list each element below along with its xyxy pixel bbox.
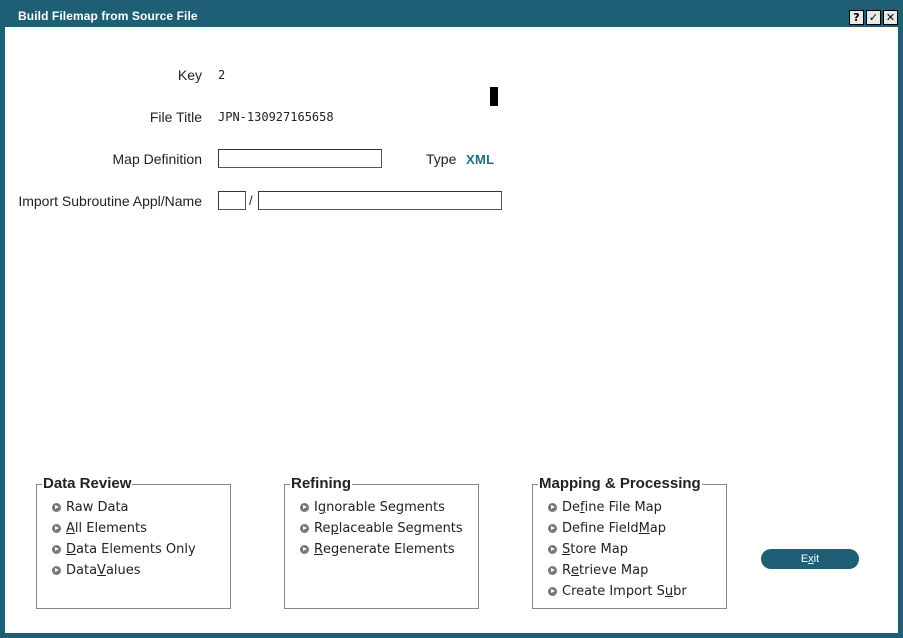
arrow-bullet-icon xyxy=(548,566,557,575)
arrow-bullet-icon xyxy=(52,503,61,512)
arrow-bullet-icon xyxy=(300,545,309,554)
arrow-bullet-icon xyxy=(52,566,61,575)
arrow-bullet-icon xyxy=(300,503,309,512)
ok-check-icon[interactable]: ✓ xyxy=(866,10,881,25)
close-icon[interactable]: ✕ xyxy=(883,10,898,25)
exit-button[interactable]: Exit xyxy=(761,549,859,569)
import-appl-input[interactable] xyxy=(218,191,246,210)
arrow-bullet-icon xyxy=(548,503,557,512)
define-field-map-option[interactable]: Define Field Map xyxy=(548,521,666,536)
arrow-bullet-icon xyxy=(548,587,557,596)
arrow-bullet-icon xyxy=(52,545,61,554)
file-title-value: JPN-130927165658 xyxy=(218,110,334,124)
create-import-subr-option[interactable]: Create Import Su br xyxy=(548,584,687,599)
type-value: XML xyxy=(466,152,495,167)
data-elements-only-option[interactable]: Data Elements Only xyxy=(52,542,196,557)
raw-data-option[interactable]: Raw Data xyxy=(52,500,129,515)
mapping-processing-group: Mapping & Processing De f ine File Map Def… xyxy=(532,475,727,609)
arrow-bullet-icon xyxy=(548,524,557,533)
import-subroutine-label: Import Subroutine Appl/Name xyxy=(18,193,202,209)
all-elements-option[interactable]: All Elements xyxy=(52,521,147,536)
arrow-bullet-icon xyxy=(300,524,309,533)
key-label: Key xyxy=(177,67,202,83)
map-definition-label: Map Definition xyxy=(112,151,203,167)
title-bar-buttons: ? ✓ ✕ xyxy=(849,10,898,25)
arrow-bullet-icon xyxy=(548,545,557,554)
arrow-bullet-icon xyxy=(52,524,61,533)
key-value: 2 xyxy=(218,68,226,82)
store-map-option[interactable]: Store Map xyxy=(548,542,628,557)
mapping-processing-title: Mapping & Processing xyxy=(538,475,702,492)
refining-title: Refining xyxy=(290,475,352,492)
window-title: Build Filemap from Source File xyxy=(18,9,198,23)
text-cursor xyxy=(490,87,498,106)
data-values-option[interactable]: Data Values xyxy=(52,563,141,578)
file-title-label: File Title xyxy=(149,109,202,125)
data-review-group: Data Review Raw Data All Elements Data E… xyxy=(36,475,231,609)
help-icon[interactable]: ? xyxy=(849,10,864,25)
title-bar: Build Filemap from Source File ? ✓ ✕ xyxy=(5,0,903,27)
replaceable-segments-option[interactable]: Re p laceable Segments xyxy=(300,521,463,536)
type-label: Type xyxy=(426,151,457,167)
map-definition-input[interactable] xyxy=(218,149,382,168)
define-file-map-option[interactable]: De f ine File Map xyxy=(548,500,662,515)
regenerate-elements-option[interactable]: Regenerate Elements xyxy=(300,542,455,557)
import-name-input[interactable] xyxy=(258,191,502,210)
refining-group: Refining Ig norable Segments Re p laceable … xyxy=(284,475,479,609)
import-separator: / xyxy=(249,193,253,208)
data-review-title: Data Review xyxy=(42,475,133,492)
retrieve-map-option[interactable]: Re trieve Map xyxy=(548,563,648,578)
ignorable-segments-option[interactable]: Ig norable Segments xyxy=(300,500,445,515)
